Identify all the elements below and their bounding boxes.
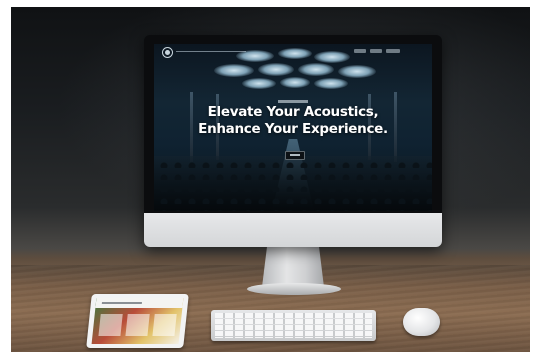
audience-seating: [154, 156, 432, 211]
product-mockup-photo: Elevate Your Acoustics, Enhance Your Exp…: [11, 7, 530, 352]
hero-title-line-1: Elevate Your Acoustics,: [207, 104, 379, 120]
tablet-header: [95, 298, 184, 308]
hero-title: Elevate Your Acoustics, Enhance Your Exp…: [154, 104, 432, 138]
ceiling-light: [338, 65, 376, 78]
ceiling-light: [280, 77, 310, 88]
ceiling-light: [298, 63, 334, 76]
hero-cta-button[interactable]: [285, 151, 305, 160]
tablet-card: [125, 314, 150, 336]
nav-divider: [176, 51, 246, 52]
monitor-chin: [144, 213, 442, 247]
tablet-screen: [91, 298, 184, 344]
ceiling-light: [214, 64, 254, 77]
ceiling-light: [242, 78, 276, 89]
nav-link[interactable]: [354, 49, 366, 53]
tablet-card: [152, 314, 177, 336]
keyboard-keys: [215, 313, 372, 338]
hero-title-line-2: Enhance Your Experience.: [198, 121, 388, 137]
mouse: [403, 308, 440, 336]
nav-link[interactable]: [386, 49, 400, 53]
keyboard: [211, 310, 376, 341]
website-screen: Elevate Your Acoustics, Enhance Your Exp…: [154, 44, 432, 211]
hero-eyebrow: [278, 100, 308, 103]
monitor-stand: [262, 247, 324, 287]
site-navbar: [154, 44, 432, 60]
desktop-monitor: Elevate Your Acoustics, Enhance Your Exp…: [144, 35, 442, 247]
ceiling-light: [314, 78, 348, 89]
tablet-device: [86, 294, 189, 348]
ceiling-light: [258, 63, 294, 76]
monitor-stand-base: [247, 283, 341, 295]
tablet-card: [98, 314, 123, 336]
circle-logo-icon[interactable]: [162, 47, 173, 58]
nav-link[interactable]: [370, 49, 382, 53]
